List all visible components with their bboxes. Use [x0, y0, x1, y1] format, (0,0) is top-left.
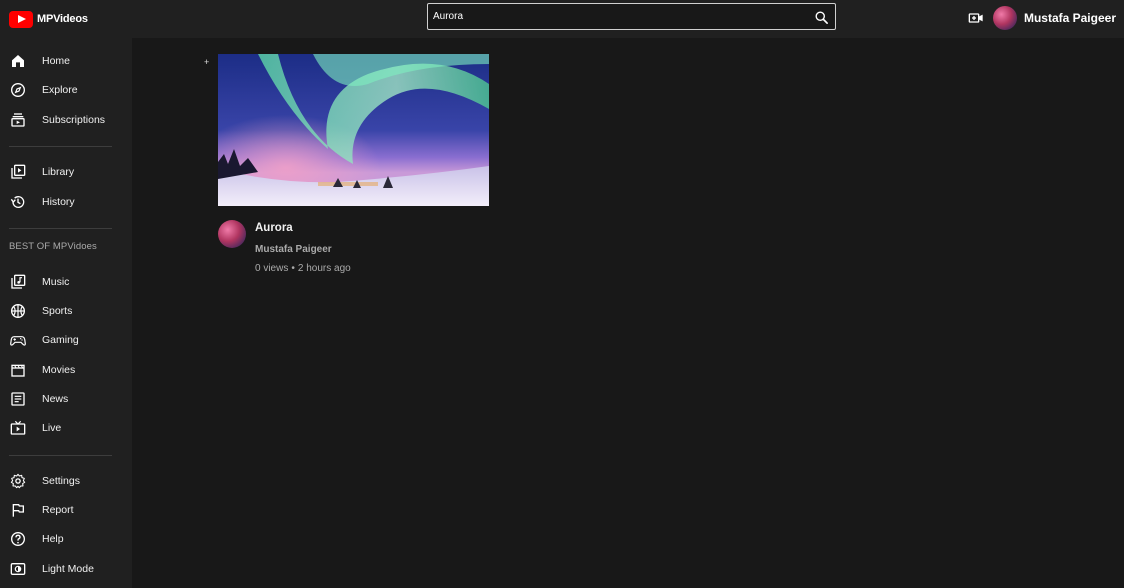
user-name[interactable]: Mustafa Paigeer: [1024, 11, 1116, 25]
sidebar-item-settings[interactable]: Settings: [0, 467, 132, 495]
sidebar-item-subscriptions[interactable]: Subscriptions: [0, 106, 132, 134]
sidebar-item-label: Settings: [42, 475, 80, 487]
sidebar-divider: [9, 455, 112, 456]
gear-icon: [10, 473, 26, 489]
sidebar-item-label: Gaming: [42, 334, 79, 346]
sidebar: Home Explore Subscriptions Library Histo…: [0, 38, 132, 588]
video-meta: Aurora Mustafa Paigeer 0 views • 2 hours a…: [218, 220, 489, 290]
video-thumbnail[interactable]: [218, 54, 489, 206]
compass-icon: [10, 82, 26, 98]
stats-separator: •: [291, 263, 295, 274]
search-button[interactable]: [811, 7, 831, 27]
help-icon: [10, 531, 26, 547]
sidebar-item-label: Report: [42, 504, 74, 516]
sports-icon: [10, 303, 26, 319]
sidebar-item-label: News: [42, 393, 69, 405]
search-box: [427, 3, 836, 30]
play-logo-icon: [9, 10, 33, 28]
sidebar-item-library[interactable]: Library: [0, 158, 132, 186]
search-icon: [815, 11, 828, 24]
upload-age: 2 hours ago: [297, 263, 351, 274]
create-video-button[interactable]: [967, 9, 985, 27]
sidebar-item-light-mode[interactable]: Light Mode: [0, 555, 132, 583]
video-card[interactable]: Aurora Mustafa Paigeer 0 views • 2 hours a…: [218, 54, 489, 290]
app-name: MPVideos: [37, 13, 88, 25]
subscriptions-icon: [10, 112, 26, 128]
app-logo[interactable]: MPVideos: [9, 9, 88, 29]
sidebar-item-label: Help: [42, 533, 64, 545]
channel-avatar[interactable]: [218, 220, 246, 248]
sidebar-item-live[interactable]: Live: [0, 414, 132, 442]
sidebar-section-title: BEST OF MPVidoes: [9, 241, 97, 252]
sidebar-item-report[interactable]: Report: [0, 496, 132, 524]
flag-icon: [10, 502, 26, 518]
sidebar-item-label: Light Mode: [42, 563, 94, 575]
channel-name[interactable]: Mustafa Paigeer: [255, 244, 332, 255]
sidebar-item-label: Subscriptions: [42, 114, 106, 126]
header-actions: Mustafa Paigeer: [967, 5, 1116, 31]
clapperboard-icon: [10, 362, 26, 378]
sidebar-item-label: Library: [42, 166, 75, 178]
sidebar-item-help[interactable]: Help: [0, 525, 132, 553]
light-mode-icon: [10, 561, 26, 577]
sidebar-item-label: Explore: [42, 84, 78, 96]
sidebar-item-explore[interactable]: Explore: [0, 76, 132, 104]
sidebar-item-home[interactable]: Home: [0, 47, 132, 75]
news-icon: [10, 391, 26, 407]
video-title[interactable]: Aurora: [255, 222, 293, 234]
gamepad-icon: [10, 332, 26, 348]
sidebar-item-label: Music: [42, 276, 70, 288]
sidebar-divider: [9, 146, 112, 147]
sidebar-item-gaming[interactable]: Gaming: [0, 326, 132, 354]
sidebar-item-label: Live: [42, 422, 62, 434]
aurora-thumbnail-image: [218, 54, 489, 206]
sidebar-item-label: History: [42, 196, 75, 208]
sidebar-item-music[interactable]: Music: [0, 268, 132, 296]
sidebar-item-history[interactable]: History: [0, 188, 132, 216]
video-stats: 0 views • 2 hours ago: [255, 263, 351, 274]
sidebar-item-label: Home: [42, 55, 71, 67]
music-icon: [10, 274, 26, 290]
home-icon: [10, 53, 26, 69]
sidebar-item-label: Movies: [42, 364, 76, 376]
video-camera-add-icon: [968, 13, 983, 23]
sidebar-item-news[interactable]: News: [0, 385, 132, 413]
top-bar: MPVideos Mustafa Paigeer: [0, 0, 1124, 38]
view-count: 0 views: [255, 263, 289, 274]
cursor-crosshair-icon: +: [204, 57, 210, 67]
sidebar-item-sports[interactable]: Sports: [0, 297, 132, 325]
sidebar-divider: [9, 228, 112, 229]
live-icon: [10, 420, 26, 436]
user-avatar[interactable]: [992, 6, 1017, 30]
history-icon: [10, 194, 26, 210]
library-icon: [10, 164, 26, 180]
sidebar-item-label: Sports: [42, 305, 73, 317]
search-input[interactable]: [433, 9, 803, 24]
sidebar-item-movies[interactable]: Movies: [0, 356, 132, 384]
